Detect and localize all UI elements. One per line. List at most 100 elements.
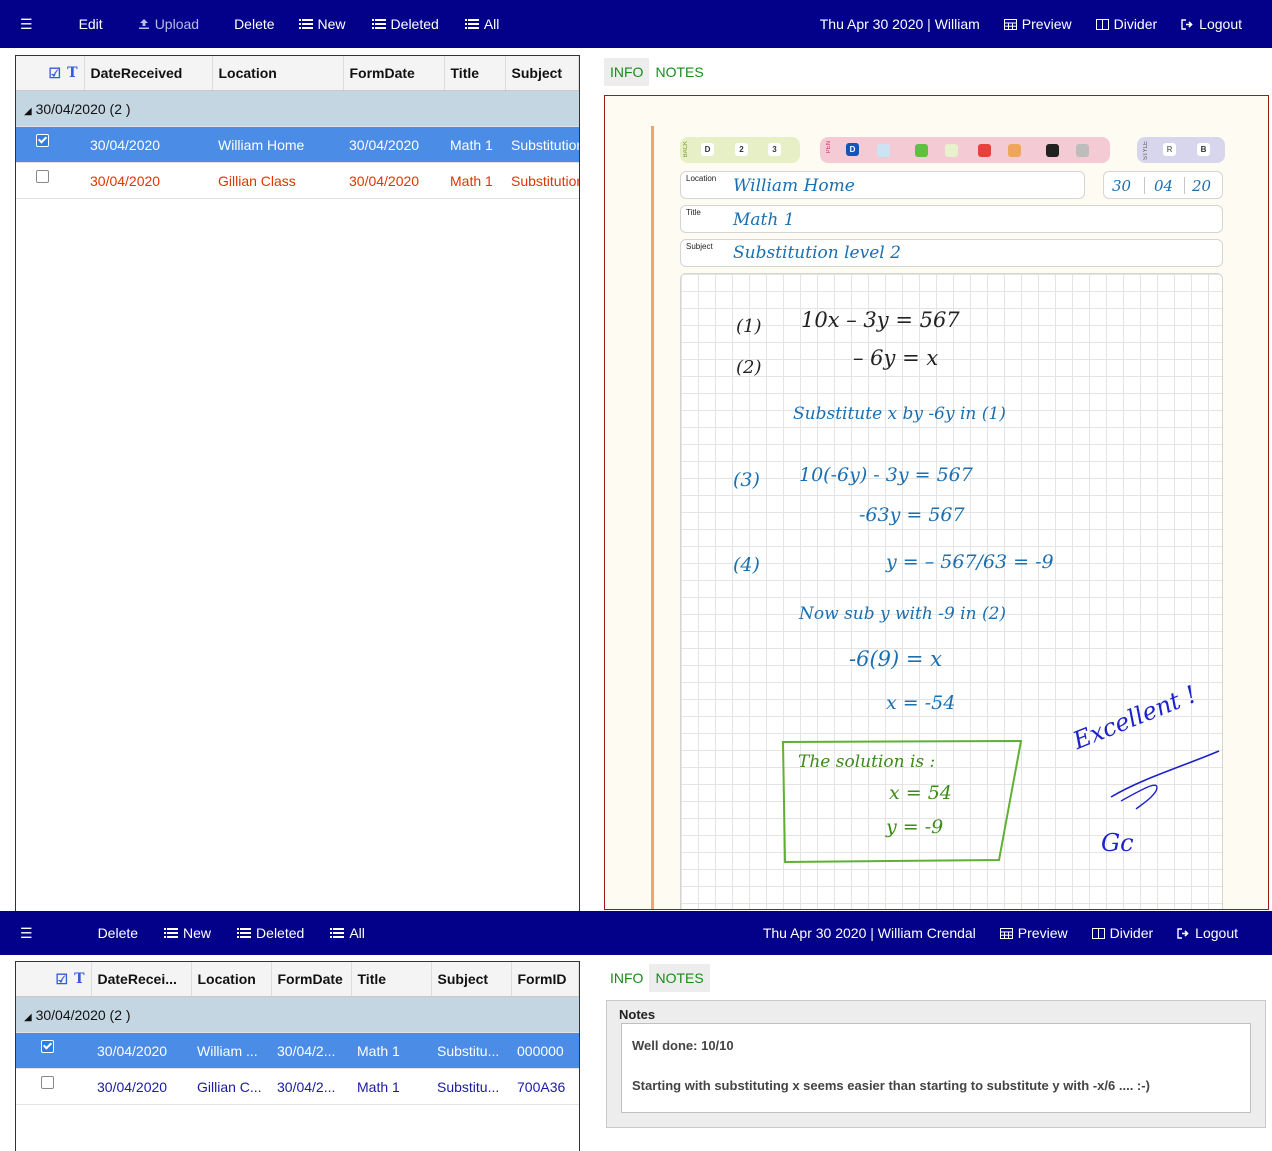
subject-field[interactable]: Subject Substitution level 2	[680, 239, 1223, 267]
style-option-b[interactable]: B	[1197, 143, 1210, 156]
edit-button[interactable]: Edit	[79, 16, 103, 32]
divider-button[interactable]: Divider	[1095, 16, 1157, 32]
text-toggle-icon[interactable]: T	[67, 65, 77, 81]
notes-line-1: Well done: 10/10	[632, 1038, 734, 1053]
row-checkbox[interactable]	[36, 133, 49, 147]
divider-button[interactable]: Divider	[1091, 925, 1153, 941]
select-all-check-icon[interactable]: ☑	[56, 971, 69, 988]
eq3-number: (3)	[733, 469, 760, 491]
cell-formid: 000000	[511, 1032, 579, 1069]
col-header-formid[interactable]: FormID	[511, 962, 579, 997]
solution-y: y = -9	[886, 816, 944, 838]
pen-color-lightgreen[interactable]	[945, 144, 958, 157]
notes-textarea[interactable]: Well done: 10/10 Starting with substitut…	[621, 1023, 1251, 1113]
row-checkbox-cell[interactable]	[16, 1032, 91, 1069]
tab-info[interactable]: INFO	[604, 964, 649, 992]
eq3b: -63y = 567	[859, 504, 965, 526]
title-value: Math 1	[733, 210, 795, 230]
note-sub-y: Now sub y with -9 in (2)	[799, 604, 1007, 624]
col-header-formdate[interactable]: FormDate	[343, 56, 445, 91]
all-button[interactable]: All	[464, 16, 499, 32]
notes-panel: INFO NOTES	[604, 964, 904, 994]
group-row[interactable]: ◢ 30/04/2020 (2 )	[16, 996, 579, 1033]
date-separator	[1184, 177, 1185, 194]
col-header-formdate[interactable]: FormDate	[271, 962, 352, 997]
row-checkbox-cell[interactable]	[16, 162, 84, 199]
location-value: William Home	[733, 176, 855, 196]
deleted-button[interactable]: Deleted	[237, 925, 304, 941]
style-option-r[interactable]: R	[1163, 143, 1176, 156]
tab-notes[interactable]: NOTES	[649, 58, 709, 86]
upload-button[interactable]: Upload	[138, 16, 199, 32]
table-row[interactable]: 30/04/2020 Gillian C... 30/04/2... Math …	[16, 1068, 579, 1105]
pen-color-orange[interactable]	[1008, 144, 1021, 157]
back-option-2[interactable]: 2	[735, 143, 748, 156]
delete-button[interactable]: Delete	[234, 16, 274, 32]
delete-button[interactable]: Delete	[98, 925, 138, 941]
subject-value: Substitution level 2	[733, 243, 901, 263]
col-header-datereceived[interactable]: DateRecei...	[91, 962, 192, 997]
cell-subject: Substitu...	[431, 1032, 511, 1069]
collapse-triangle-icon[interactable]: ◢	[24, 1012, 32, 1023]
row-checkbox-cell[interactable]	[16, 126, 84, 163]
location-field[interactable]: Location William Home	[680, 171, 1085, 199]
back-option-3[interactable]: 3	[768, 143, 781, 156]
pen-color-green[interactable]	[915, 144, 928, 157]
new-button[interactable]: New	[298, 16, 346, 32]
col-header-subject[interactable]: Subject	[505, 56, 579, 91]
cell-formdate: 30/04/2...	[271, 1068, 351, 1105]
row-checkbox[interactable]	[36, 169, 49, 183]
cell-title: Math 1	[351, 1032, 431, 1069]
text-toggle-icon[interactable]: T	[74, 971, 84, 987]
table-row[interactable]: 30/04/2020 Gillian Class 30/04/2020 Math…	[16, 162, 579, 199]
table-row[interactable]: 30/04/2020 William Home 30/04/2020 Math …	[16, 126, 579, 163]
all-button[interactable]: All	[330, 925, 365, 941]
header-icons: ☑ T	[16, 56, 85, 91]
tab-notes[interactable]: NOTES	[649, 964, 710, 992]
preview-button[interactable]: Preview	[999, 925, 1068, 941]
logout-button[interactable]: Logout	[1177, 925, 1238, 941]
cell-datereceived: 30/04/2020	[91, 1032, 191, 1069]
col-header-location[interactable]: Location	[191, 962, 272, 997]
col-header-title[interactable]: Title	[351, 962, 432, 997]
document-list-panel: ☑ T DateReceived Location FormDate Title…	[15, 55, 580, 915]
pen-color-gray[interactable]	[1076, 144, 1089, 157]
menu-icon[interactable]: ☰	[20, 926, 33, 940]
table-header: ☑ T DateReceived Location FormDate Title…	[16, 56, 579, 91]
group-row[interactable]: ◢ 30/04/2020 (2 )	[16, 90, 579, 127]
col-header-subject[interactable]: Subject	[431, 962, 512, 997]
col-header-location[interactable]: Location	[212, 56, 344, 91]
pen-color-black[interactable]	[1046, 144, 1059, 157]
date-separator	[1144, 177, 1145, 194]
row-checkbox-cell[interactable]	[16, 1068, 91, 1105]
row-checkbox[interactable]	[41, 1075, 54, 1089]
col-header-title[interactable]: Title	[444, 56, 506, 91]
form-preview: BACK D 2 3 PEN D STYLE R B Location Will…	[604, 95, 1269, 910]
handwriting-area[interactable]: (1) 10x – 3y = 567 (2) – 6y = x Substitu…	[680, 273, 1223, 909]
date-user-status: Thu Apr 30 2020 | William	[819, 16, 980, 32]
eq1: 10x – 3y = 567	[801, 308, 960, 332]
row-checkbox[interactable]	[41, 1039, 54, 1053]
new-button[interactable]: New	[164, 925, 211, 941]
table-row[interactable]: 30/04/2020 William ... 30/04/2... Math 1…	[16, 1032, 579, 1069]
pen-color-red[interactable]	[978, 144, 991, 157]
logout-button[interactable]: Logout	[1181, 16, 1242, 32]
list-icon	[464, 18, 479, 30]
date-field[interactable]: 30 04 20	[1103, 171, 1223, 199]
pen-option-d[interactable]: D	[846, 143, 859, 156]
deleted-button[interactable]: Deleted	[371, 16, 439, 32]
col-header-datereceived[interactable]: DateReceived	[84, 56, 213, 91]
title-field[interactable]: Title Math 1	[680, 205, 1223, 233]
collapse-triangle-icon[interactable]: ◢	[24, 106, 32, 117]
date-user-status: Thu Apr 30 2020 | William Crendal	[762, 925, 976, 941]
date-day: 30	[1112, 177, 1132, 195]
list-icon	[298, 18, 313, 30]
select-all-check-icon[interactable]: ☑	[49, 65, 62, 82]
tab-info[interactable]: INFO	[604, 58, 650, 86]
list-icon	[330, 927, 345, 939]
pen-color-lightblue[interactable]	[877, 144, 890, 157]
preview-button[interactable]: Preview	[1003, 16, 1072, 32]
menu-icon[interactable]: ☰	[20, 17, 33, 31]
back-option-d[interactable]: D	[701, 143, 714, 156]
cell-formdate: 30/04/2020	[343, 126, 444, 163]
